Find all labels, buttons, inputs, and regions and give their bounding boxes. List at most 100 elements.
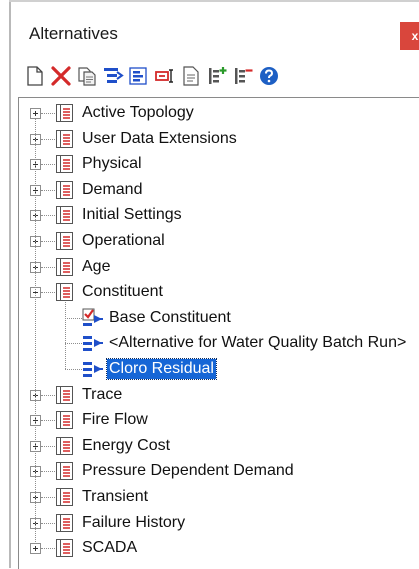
report-button[interactable] <box>178 63 204 89</box>
tree-item[interactable]: Energy Cost <box>77 434 172 458</box>
tree-item[interactable]: Pressure Dependent Demand <box>77 459 296 483</box>
tree-item[interactable]: Constituent <box>77 280 165 304</box>
tree-connector <box>41 215 55 217</box>
close-button[interactable]: x <box>400 22 419 50</box>
selected-item-label: Cloro Residual <box>106 358 217 380</box>
tree-item[interactable]: Initial Settings <box>77 203 184 227</box>
alternative-folder-icon <box>56 488 73 506</box>
delete-button[interactable] <box>48 63 74 89</box>
tree-item-label: Demand <box>82 180 143 198</box>
tree-connector <box>41 292 55 294</box>
tree-item[interactable]: Transient <box>77 485 150 509</box>
alternative-folder-icon <box>56 206 73 225</box>
alternative-folder-icon <box>56 283 73 302</box>
merge-button[interactable] <box>126 63 152 89</box>
alternatives-window: Alternatives x Active Topology User Data… <box>0 0 419 569</box>
alternative-folder-icon <box>56 232 73 250</box>
tree-item[interactable]: Active Topology <box>77 101 196 125</box>
collapse-all-button[interactable] <box>230 63 256 89</box>
alternative-folder-icon <box>56 257 73 276</box>
tree-item[interactable]: SCADA <box>77 536 139 560</box>
tree-item-label: SCADA <box>82 539 138 557</box>
tree-item-label: Initial Settings <box>82 206 182 224</box>
collapse-all-icon <box>235 68 253 84</box>
tree-child-label: Base Constituent <box>109 308 231 326</box>
tree-child-item[interactable]: <Alternative for Water Quality Batch Run… <box>104 331 408 355</box>
duplicate-icon <box>78 67 96 86</box>
tree-item[interactable]: Failure History <box>77 511 187 535</box>
toolbar <box>22 63 282 89</box>
expand-toggle[interactable] <box>30 543 41 555</box>
tree-connector <box>41 241 55 242</box>
tree-child-label: <Alternative for Water Quality Batch Run… <box>109 334 407 352</box>
tree-connector <box>41 138 55 140</box>
tree-connector <box>41 522 55 524</box>
tree-item[interactable]: User Data Extensions <box>77 127 239 151</box>
tree-item-label: Energy Cost <box>82 436 171 454</box>
tree-item[interactable]: Demand <box>77 178 144 202</box>
merge-icon <box>129 67 147 85</box>
new-child-button[interactable] <box>100 63 126 89</box>
tree-connector <box>35 119 36 543</box>
tree-connector <box>65 343 82 345</box>
child-alternative-icon <box>83 336 103 352</box>
delete-icon <box>51 66 71 86</box>
new-document-button[interactable] <box>22 63 48 89</box>
tree-item-label: Operational <box>82 232 165 249</box>
alternative-folder-icon <box>56 462 73 481</box>
tree-connector <box>41 164 55 166</box>
rename-button[interactable] <box>152 63 178 89</box>
expand-all-button[interactable] <box>204 63 230 89</box>
tree-connector <box>41 394 55 396</box>
new-document-icon <box>27 66 43 86</box>
tree-connector <box>65 302 66 369</box>
alternative-folder-icon <box>56 539 73 558</box>
alternative-folder-icon <box>56 180 73 199</box>
tree-item-label: User Data Extensions <box>82 129 237 147</box>
tree-item-label: Transient <box>82 488 149 505</box>
duplicate-button[interactable] <box>74 63 100 89</box>
tree-item[interactable]: Operational <box>77 229 167 253</box>
expand-all-icon <box>209 67 227 84</box>
help-button[interactable] <box>256 63 282 89</box>
tree-connector <box>41 445 55 447</box>
tree-item-label: Fire Flow <box>82 411 148 429</box>
help-icon <box>260 67 278 85</box>
alternative-folder-icon <box>56 129 73 148</box>
checked-alternative-icon <box>82 308 103 326</box>
tree-connector <box>41 189 55 191</box>
report-icon <box>183 66 199 86</box>
title-bar: Alternatives x <box>11 2 419 58</box>
tree-child-item[interactable]: Base Constituent <box>104 306 233 330</box>
rename-icon <box>155 69 173 83</box>
tree-child-item[interactable]: Cloro Residual <box>104 357 217 381</box>
alternative-folder-icon <box>56 411 73 430</box>
tree-item-label: Failure History <box>82 513 186 531</box>
tree-item-label: Physical <box>82 155 142 173</box>
tree-item-label: Active Topology <box>82 104 194 121</box>
alternative-folder-icon <box>56 513 73 532</box>
tree-item-label: Age <box>82 257 111 275</box>
window-title: Alternatives <box>29 24 118 43</box>
alternative-folder-icon <box>56 436 73 455</box>
tree-connector <box>41 471 55 473</box>
tree-connector <box>41 497 55 498</box>
tree-item-label: Constituent <box>82 283 163 301</box>
new-child-icon <box>104 68 124 83</box>
tree-connector <box>41 113 55 114</box>
tree-item[interactable]: Physical <box>77 152 144 176</box>
tree-item-label: Pressure Dependent Demand <box>82 462 294 480</box>
child-alternative-icon <box>83 362 103 377</box>
tree-item[interactable]: Fire Flow <box>77 408 150 432</box>
alternative-folder-icon <box>56 385 73 404</box>
tree-connector <box>41 420 55 422</box>
tree-connector <box>65 369 82 370</box>
tree-connector <box>65 317 82 319</box>
tree-item[interactable]: Trace <box>77 383 124 407</box>
tree-connector <box>41 548 55 550</box>
expand-toggle[interactable] <box>30 108 41 119</box>
tree-connector <box>41 266 55 268</box>
tree-item-label: Trace <box>82 385 123 403</box>
tree-item[interactable]: Age <box>77 255 112 279</box>
alternative-folder-icon <box>56 104 73 122</box>
